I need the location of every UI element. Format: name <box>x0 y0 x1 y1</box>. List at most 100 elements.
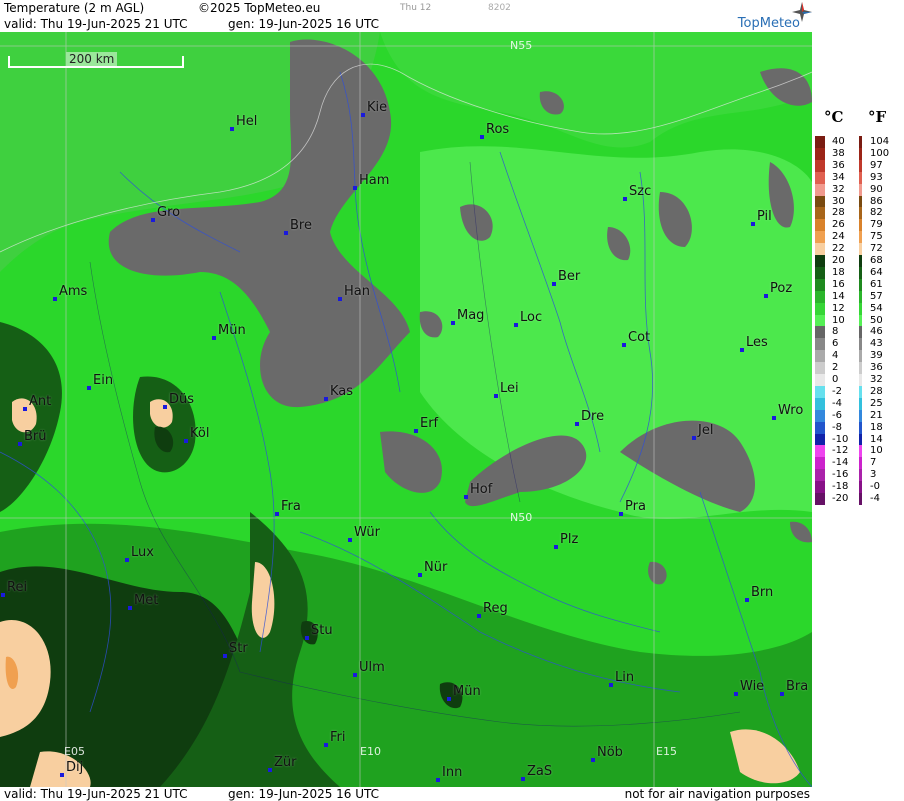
legend-fahrenheit-value: -0 <box>870 481 880 493</box>
city-marker: Wro <box>772 403 803 420</box>
city-marker: Loc <box>514 310 542 327</box>
footer-generated-time: gen: 19-Jun-2025 16 UTC <box>228 787 380 801</box>
footer-valid-time: valid: Thu 19-Jun-2025 21 UTC <box>4 787 188 801</box>
map-canvas <box>0 32 812 787</box>
legend-celsius-value: 26 <box>832 219 845 231</box>
legend-celsius-value: 10 <box>832 314 845 326</box>
legend-swatch-c <box>815 195 825 208</box>
legend-swatch-c <box>815 397 825 410</box>
city-marker: Gro <box>151 205 180 222</box>
city-marker: Les <box>740 335 768 352</box>
legend-fahrenheit-value: 86 <box>870 195 883 207</box>
legend-celsius-value: 36 <box>832 159 845 171</box>
city-marker: Bre <box>284 218 312 235</box>
legend-swatch-c <box>815 147 825 160</box>
legend-swatch-f <box>859 243 862 256</box>
model-run: Thu 12 <box>400 3 432 13</box>
legend-celsius-value: 16 <box>832 278 845 290</box>
city-marker: Bra <box>780 679 808 696</box>
legend-swatch-f <box>859 326 862 339</box>
legend-celsius-value: -6 <box>832 409 842 421</box>
legend-swatch-f <box>859 481 862 494</box>
legend-swatch-c <box>815 374 825 386</box>
city-marker: Lin <box>609 670 634 687</box>
legend-celsius-value: 38 <box>832 147 845 159</box>
legend-celsius-value: 12 <box>832 302 845 314</box>
grid-label-e05: E05 <box>64 745 85 758</box>
legend-celsius-value: -2 <box>832 385 842 397</box>
legend-celsius-value: -12 <box>832 445 849 457</box>
legend-swatch-c <box>815 231 825 244</box>
legend-celsius-value: -10 <box>832 433 849 445</box>
map-title: Temperature (2 m AGL) <box>4 1 145 15</box>
city-marker: Stu <box>305 623 333 640</box>
legend-swatch-c <box>815 243 825 256</box>
legend-swatch-c <box>815 326 825 339</box>
legend-celsius-value: -14 <box>832 457 849 469</box>
legend-swatch-f <box>859 231 862 244</box>
city-marker: Ros <box>480 122 509 139</box>
city-marker: Ams <box>53 284 87 301</box>
legend-fahrenheit-value: 72 <box>870 243 883 255</box>
legend-fahrenheit-value: 79 <box>870 219 883 231</box>
legend-swatch-f <box>859 493 862 505</box>
legend-celsius-value: 24 <box>832 231 845 243</box>
legend-swatch-f <box>859 278 862 291</box>
city-marker: Jel <box>692 423 713 440</box>
product-code: 8202 <box>488 3 511 13</box>
grid-label-e10: E10 <box>360 745 381 758</box>
generated-time: gen: 19-Jun-2025 16 UTC <box>228 17 380 31</box>
city-marker: Hof <box>464 482 492 499</box>
city-marker: Dij <box>60 760 83 777</box>
city-marker: Ant <box>23 394 51 411</box>
city-marker: Str <box>223 641 248 658</box>
city-marker: Nöb <box>591 745 623 762</box>
legend-swatch-f <box>859 362 862 375</box>
city-marker: Kas <box>324 384 353 401</box>
city-marker: Han <box>338 284 370 301</box>
legend-celsius-value: 18 <box>832 266 845 278</box>
legend-swatch-f <box>859 302 862 315</box>
legend-swatch-f <box>859 397 862 410</box>
header-line-2: valid: Thu 19-Jun-2025 21 UTC gen: 19-Ju… <box>0 16 812 32</box>
legend-celsius-value: 14 <box>832 290 845 302</box>
city-marker: Zür <box>268 755 297 772</box>
city-marker: Nür <box>418 560 447 577</box>
legend-fahrenheit-value: 97 <box>870 159 883 171</box>
legend-celsius-value: 40 <box>832 136 845 147</box>
legend-celsius-value: -16 <box>832 469 849 481</box>
legend-fahrenheit-value: 57 <box>870 290 883 302</box>
legend-celsius-value: -8 <box>832 421 842 433</box>
city-marker: Inn <box>436 765 462 782</box>
grid-label-e15: E15 <box>656 745 677 758</box>
city-marker: Ein <box>87 373 113 390</box>
legend-swatch-c <box>815 290 825 303</box>
legend-celsius-value: 32 <box>832 183 845 195</box>
legend-swatch-f <box>859 445 862 458</box>
legend-swatch-f <box>859 255 862 267</box>
legend-swatch-c <box>815 385 825 398</box>
legend-celsius-value: -18 <box>832 481 849 493</box>
legend-swatch-f <box>859 195 862 208</box>
header-line-1: Temperature (2 m AGL) ©2025 TopMeteo.eu … <box>0 0 812 16</box>
legend-celsius-value: 6 <box>832 338 839 350</box>
legend-fahrenheit-value: 90 <box>870 183 883 195</box>
city-marker: Mün <box>447 684 481 701</box>
city-marker: Ham <box>353 173 389 190</box>
legend-swatch-c <box>815 278 825 291</box>
legend-fahrenheit-value: 68 <box>870 255 883 266</box>
legend-swatch-f <box>859 433 862 446</box>
city-marker: Poz <box>764 281 792 298</box>
legend-swatch-f <box>859 147 862 160</box>
legend-swatch-c <box>815 338 825 351</box>
legend-swatch-f <box>859 350 862 363</box>
legend-swatch-f <box>859 171 862 184</box>
city-marker: Kie <box>361 100 387 117</box>
legend-fahrenheit-value: 7 <box>870 457 877 469</box>
legend-fahrenheit-value: 21 <box>870 409 883 421</box>
legend-swatch-c <box>815 136 825 148</box>
city-marker: Mag <box>451 308 484 325</box>
legend-fahrenheit-value: 28 <box>870 385 883 397</box>
legend-swatch-f <box>859 314 862 327</box>
legend-fahrenheit-value: 100 <box>870 147 890 159</box>
